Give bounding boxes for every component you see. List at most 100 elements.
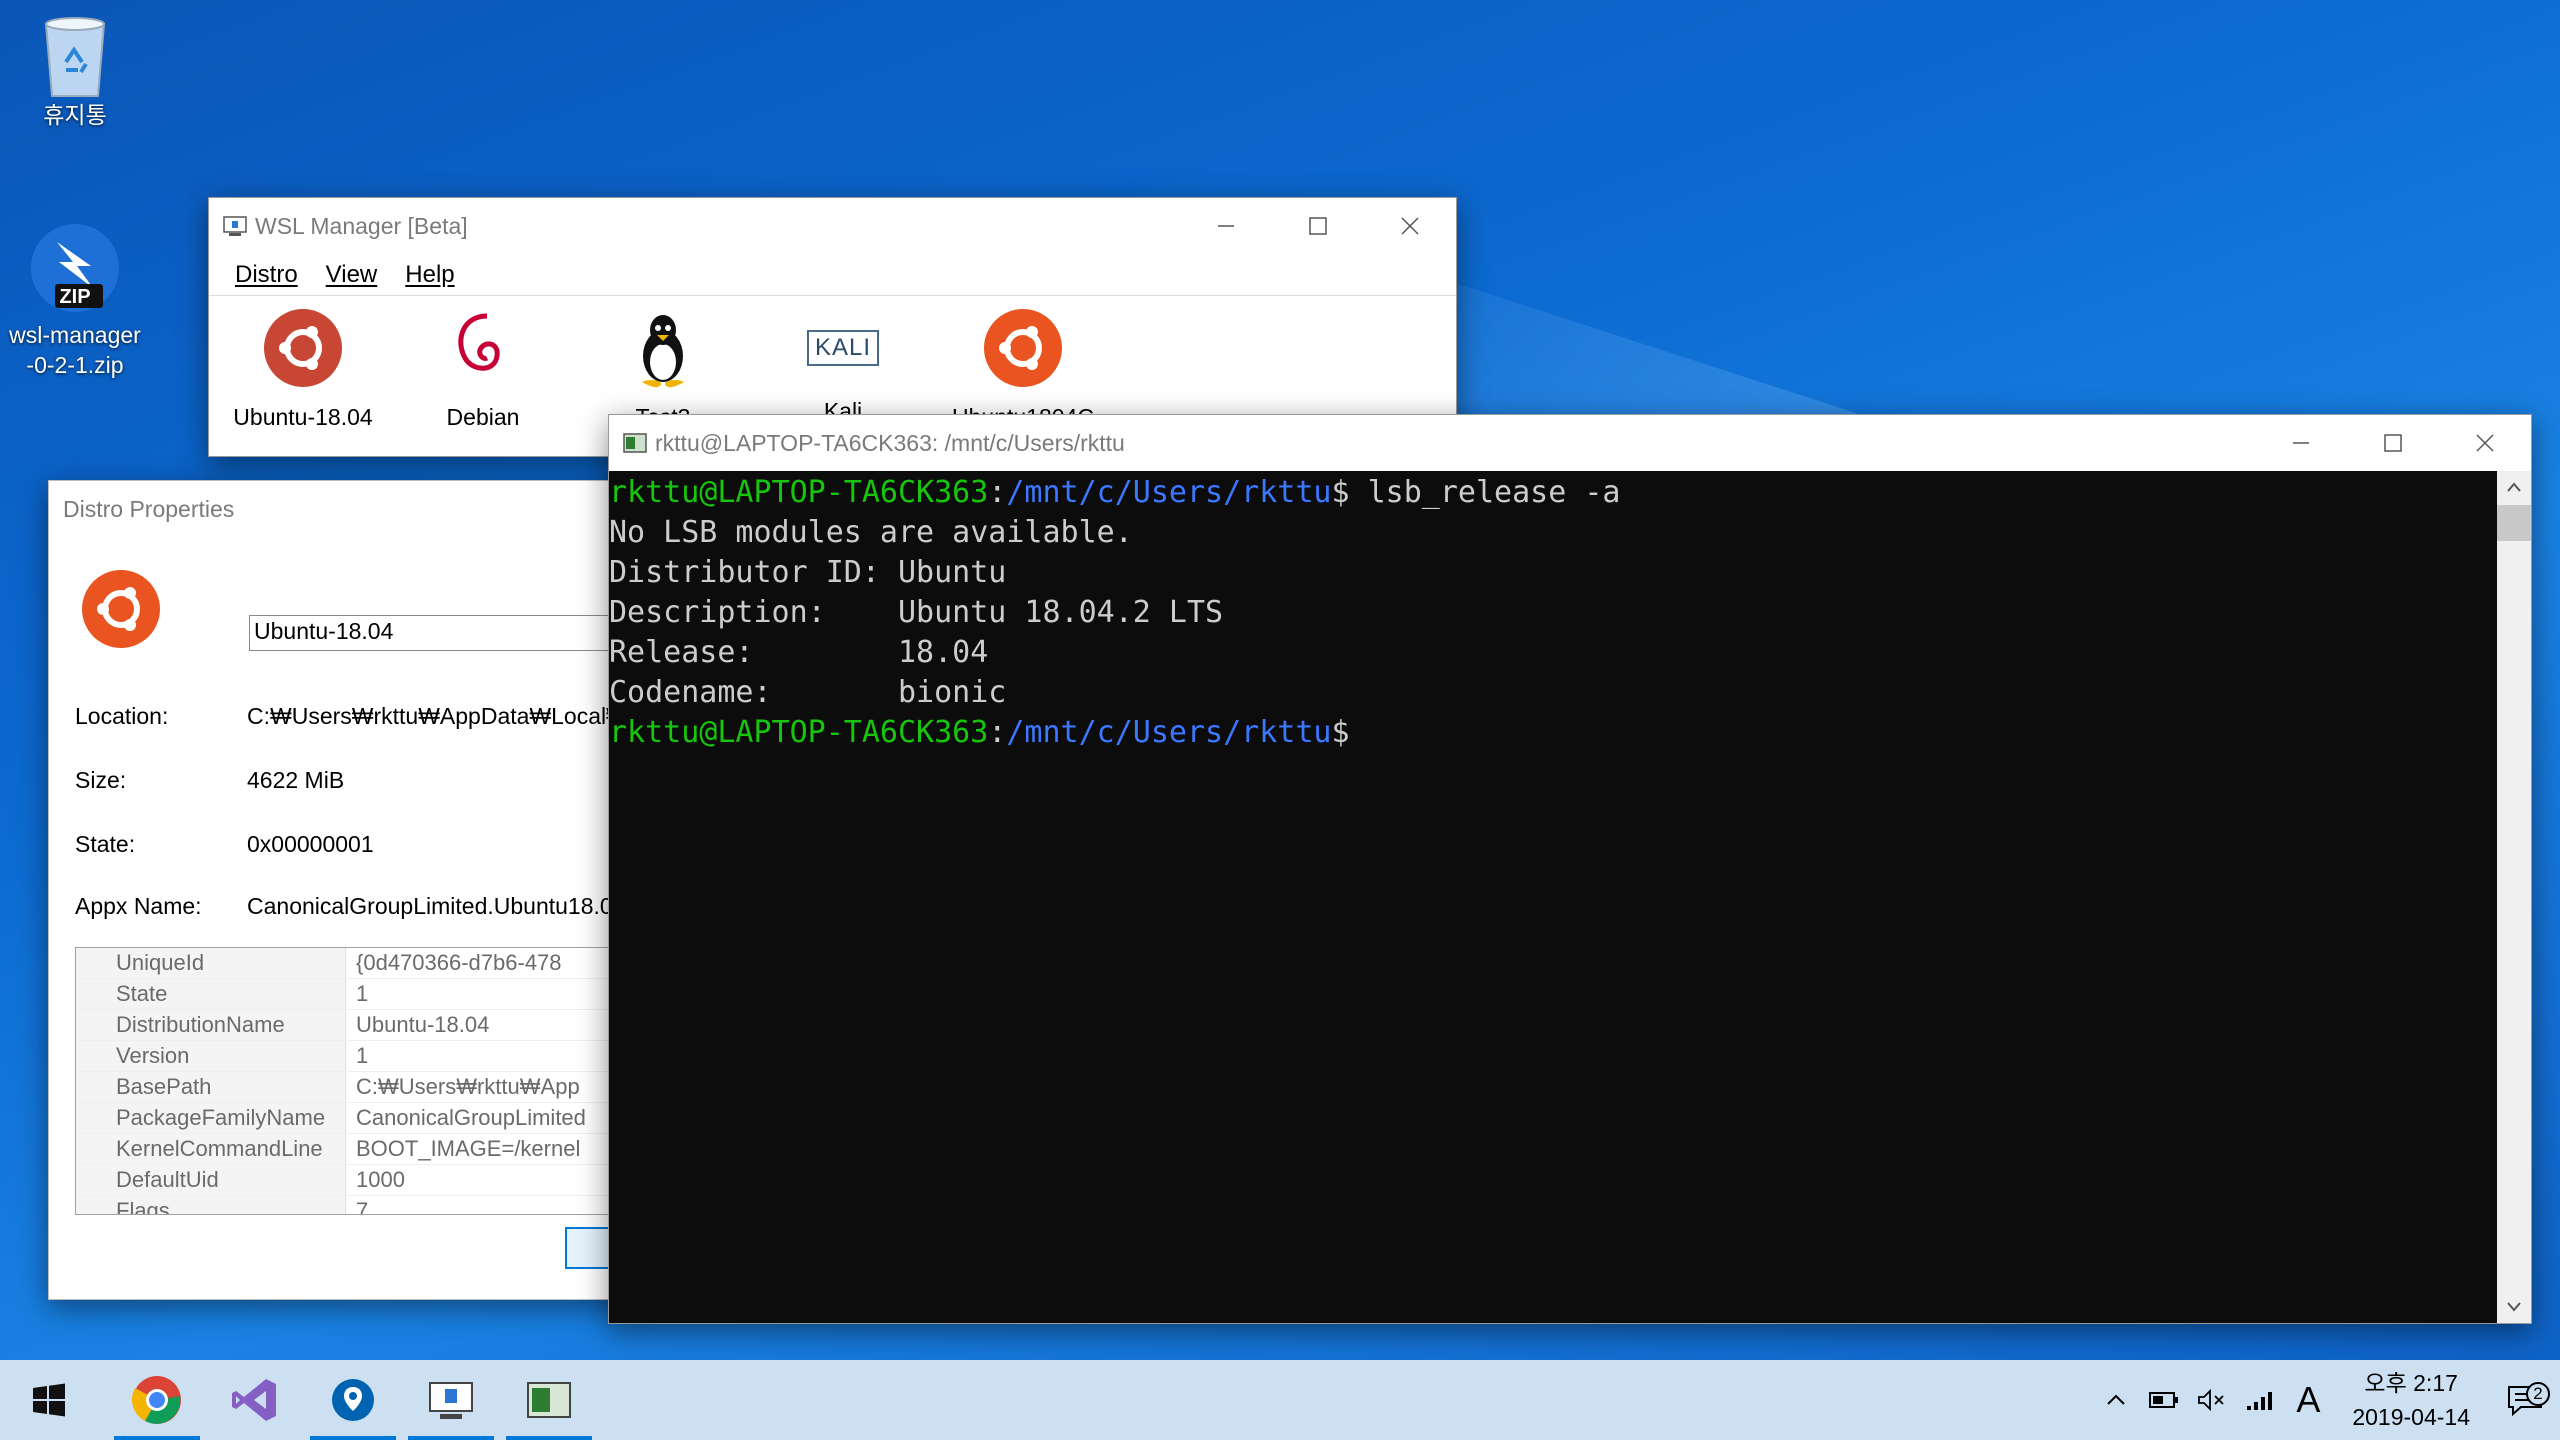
grid-key: KernelCommandLine: [76, 1134, 346, 1164]
terminal-titlebar[interactable]: rkttu@LAPTOP-TA6CK363: /mnt/c/Users/rktt…: [609, 415, 2531, 471]
recycle-bin-icon: [44, 17, 106, 97]
clock-date: 2019-04-14: [2352, 1404, 2470, 1430]
grid-key: State: [76, 979, 346, 1009]
taskbar-chrome[interactable]: [108, 1360, 206, 1440]
terminal-title: rkttu@LAPTOP-TA6CK363: /mnt/c/Users/rktt…: [655, 429, 1125, 456]
minimize-icon: [2293, 442, 2309, 444]
grid-row[interactable]: DistributionName Ubuntu-18.04: [76, 1010, 637, 1041]
distro-name-field[interactable]: Ubuntu-18.04: [249, 615, 637, 651]
terminal-scrollbar[interactable]: [2497, 471, 2531, 1323]
grid-key: PackageFamilyName: [76, 1103, 346, 1133]
prompt-end: $: [1331, 475, 1350, 510]
action-center-button[interactable]: 2: [2490, 1382, 2560, 1416]
taskbar-terminal[interactable]: [500, 1360, 598, 1440]
grid-value: 7: [356, 1198, 369, 1215]
location-value: C:₩Users₩rkttu₩AppData₩Local₩: [247, 703, 628, 729]
grid-key: DistributionName: [76, 1010, 346, 1040]
grid-value: BOOT_IMAGE=/kernel: [356, 1136, 581, 1161]
tux-icon: [641, 315, 685, 388]
taskbar-visual-studio[interactable]: [206, 1360, 304, 1440]
wsl-manager-icon: [429, 1382, 473, 1419]
terminal-output-line: Distributor ID: Ubuntu: [609, 555, 1007, 590]
terminal-command-line: rkttu@LAPTOP-TA6CK363:/mnt/c/Users/rkttu…: [609, 473, 2503, 513]
close-icon: [2476, 434, 2494, 452]
state-value: 0x00000001: [247, 831, 374, 857]
menu-distro[interactable]: Distro: [221, 261, 312, 289]
terminal-output-line: Description: Ubuntu 18.04.2 LTS: [609, 595, 1224, 630]
grid-row[interactable]: BasePath C:₩Users₩rkttu₩App: [76, 1072, 637, 1103]
grid-row[interactable]: KernelCommandLine BOOT_IMAGE=/kernel: [76, 1134, 637, 1165]
maximize-button[interactable]: [2347, 415, 2439, 471]
minimize-button[interactable]: [2255, 415, 2347, 471]
close-button[interactable]: [1364, 198, 1456, 254]
battery-button[interactable]: [2140, 1390, 2188, 1410]
command-text: lsb_release -a: [1349, 475, 1621, 510]
terminal-prompt-line: rkttu@LAPTOP-TA6CK363:/mnt/c/Users/rkttu…: [609, 713, 2503, 753]
scroll-up-icon[interactable]: [2497, 471, 2531, 505]
distro-tile-debian[interactable]: Debian: [403, 308, 563, 431]
size-label: Size:: [75, 767, 127, 793]
distro-label: Debian: [446, 404, 520, 430]
start-button[interactable]: [0, 1360, 98, 1440]
windows-start-icon: [33, 1383, 65, 1417]
distro-properties-titlebar[interactable]: Distro Properties: [49, 481, 637, 537]
prompt-end: $: [1331, 715, 1350, 750]
grid-row[interactable]: State 1: [76, 979, 637, 1010]
ime-indicator[interactable]: A: [2284, 1379, 2332, 1421]
distro-tile-test3[interactable]: Test3: [583, 308, 743, 431]
minimize-icon: [1218, 225, 1234, 227]
distro-tile-kali[interactable]: KALI Kali: [763, 308, 923, 425]
close-button[interactable]: [2439, 415, 2531, 471]
grid-row[interactable]: Version 1: [76, 1041, 637, 1072]
grid-row[interactable]: Flags 7: [76, 1196, 637, 1215]
grid-key: UniqueId: [76, 948, 346, 978]
grid-row[interactable]: DefaultUid 1000: [76, 1165, 637, 1196]
zip-file-desktop-icon[interactable]: ZIP wsl-manager -0-2-1.zip: [0, 222, 150, 380]
menu-help[interactable]: Help: [391, 261, 468, 289]
prompt-separator: :: [988, 475, 1007, 510]
terminal-output-line: Release: 18.04: [609, 635, 989, 670]
kali-icon: KALI: [803, 308, 883, 388]
maps-icon: [332, 1379, 374, 1421]
grid-row[interactable]: PackageFamilyName CanonicalGroupLimited: [76, 1103, 637, 1134]
taskbar: A 오후 2:17 2019-04-14 2: [0, 1360, 2560, 1440]
distro-tile-ubuntu1804c[interactable]: Ubuntu1804C: [943, 308, 1103, 431]
clock-time: 오후 2:17: [2364, 1370, 2458, 1396]
taskbar-wsl-manager[interactable]: [402, 1360, 500, 1440]
terminal-output-line: Codename: bionic: [609, 675, 1007, 710]
clock[interactable]: 오후 2:17 2019-04-14: [2332, 1366, 2490, 1434]
scroll-down-icon[interactable]: [2497, 1289, 2531, 1323]
terminal-output[interactable]: rkttu@LAPTOP-TA6CK363:/mnt/c/Users/rkttu…: [609, 471, 2503, 1323]
grid-key: BasePath: [76, 1072, 346, 1102]
grid-key: DefaultUid: [76, 1165, 346, 1195]
grid-value: 1000: [356, 1167, 405, 1192]
notification-count-badge: 2: [2526, 1382, 2550, 1406]
location-label: Location:: [75, 703, 169, 729]
kali-logo-text: KALI: [806, 330, 880, 366]
taskbar-maps[interactable]: [304, 1360, 402, 1440]
grid-row[interactable]: UniqueId {0d470366-d7b6-478: [76, 948, 637, 979]
size-row: Size: 4622 MiB: [75, 767, 635, 794]
zip-icon-text: ZIP: [59, 286, 91, 308]
wsl-manager-app-icon: [223, 216, 247, 236]
property-grid[interactable]: UniqueId {0d470366-d7b6-478 State 1 Distri…: [75, 947, 637, 1215]
scrollbar-thumb[interactable]: [2497, 505, 2531, 541]
chevron-up-icon: [2107, 1394, 2126, 1405]
minimize-button[interactable]: [1180, 198, 1272, 254]
grid-value: C:₩Users₩rkttu₩App: [356, 1074, 580, 1099]
recycle-bin-desktop-icon[interactable]: 휴지통: [0, 10, 150, 130]
maximize-button[interactable]: [1272, 198, 1364, 254]
network-button[interactable]: [2236, 1388, 2284, 1412]
system-tray: A 오후 2:17 2019-04-14 2: [2092, 1360, 2560, 1440]
distro-tile-ubuntu-18-04[interactable]: Ubuntu-18.04: [223, 308, 383, 431]
distro-label: Ubuntu-18.04: [233, 404, 373, 430]
grid-value: CanonicalGroupLimited: [356, 1105, 586, 1130]
wsl-manager-menubar: Distro View Help: [209, 254, 1456, 296]
wsl-manager-titlebar[interactable]: WSL Manager [Beta]: [209, 198, 1456, 254]
zip-file-label: wsl-manager -0-2-1.zip: [0, 320, 150, 380]
volume-button[interactable]: [2188, 1388, 2236, 1412]
show-hidden-icons-button[interactable]: [2092, 1388, 2140, 1412]
terminal-icon: [527, 1382, 571, 1418]
grid-value: {0d470366-d7b6-478: [356, 950, 562, 975]
menu-view[interactable]: View: [312, 261, 392, 289]
